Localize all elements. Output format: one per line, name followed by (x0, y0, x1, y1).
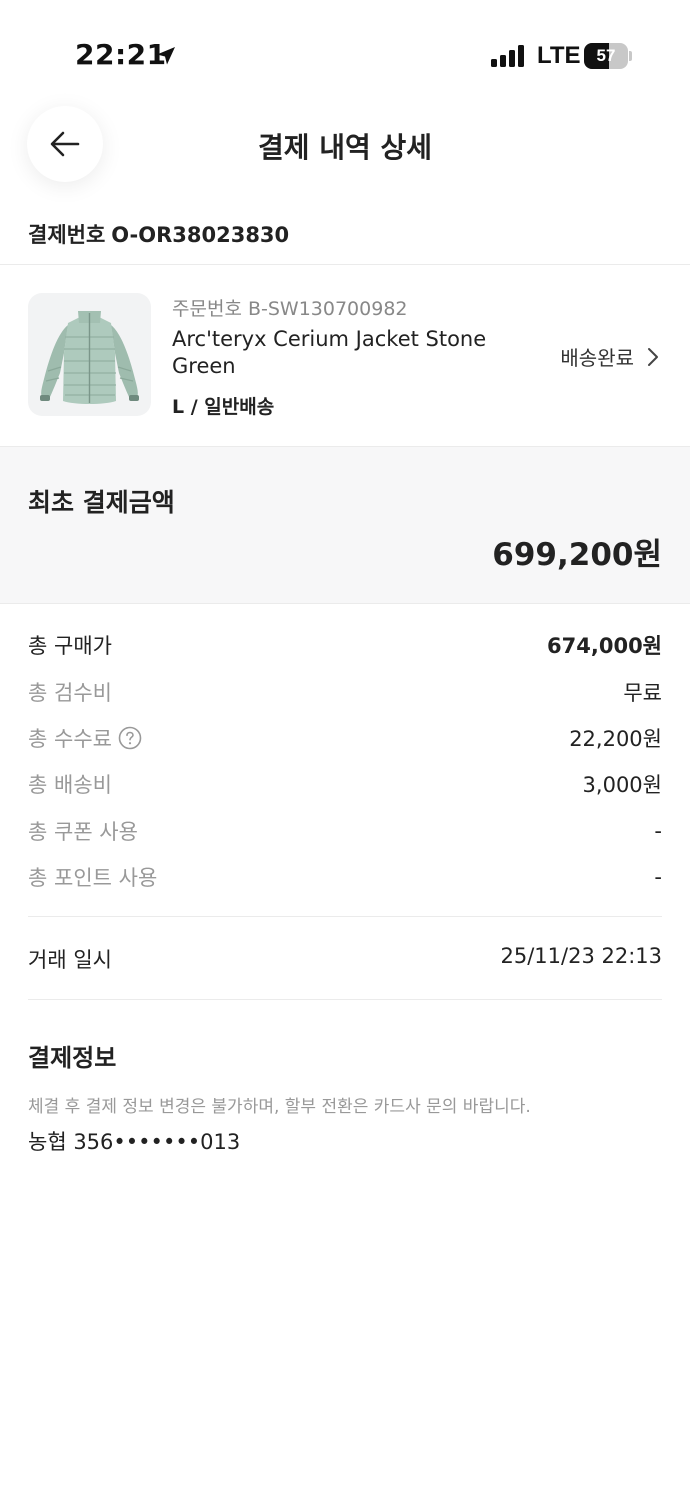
payment-number-value: O-OR38023830 (111, 223, 290, 247)
page-title: 결제 내역 상세 (257, 131, 433, 164)
breakdown-row: 총 배송비 3,000원 (28, 761, 662, 807)
divider (0, 264, 690, 265)
breakdown-value: 674,000원 (547, 634, 662, 659)
breakdown-label-wrap: 총 수수료 (28, 723, 142, 753)
transaction-label: 거래 일시 (28, 948, 112, 972)
initial-payment-amount: 699,200원 (492, 537, 662, 573)
breakdown-row: 총 구매가 674,000원 (28, 622, 662, 668)
breakdown-row: 총 검수비 무료 (28, 668, 662, 714)
product-option: L / 일반배송 (172, 396, 275, 418)
payment-number-label: 결제번호 (28, 223, 106, 247)
breakdown-value: - (654, 865, 662, 890)
breakdown-label: 총 검수비 (28, 680, 112, 705)
chevron-right-icon (648, 347, 658, 366)
payment-info-title: 결제정보 (28, 1044, 117, 1072)
divider (28, 916, 662, 917)
breakdown-value: 22,200원 (569, 726, 662, 751)
breakdown-row: 총 수수료 22,200원 (28, 715, 662, 761)
breakdown-label: 총 수수료 (28, 726, 112, 751)
payment-number: 결제번호 O-OR38023830 (28, 219, 289, 249)
delivery-status-label: 배송완료 (560, 346, 634, 370)
status-bar: 22:21 LTE 57 (0, 0, 690, 110)
breakdown-value: 3,000원 (582, 773, 662, 798)
cellular-signal-icon (491, 45, 524, 67)
question-circle-icon[interactable] (118, 726, 142, 750)
delivery-status-link[interactable]: 배송완료 (560, 342, 662, 371)
breakdown-label: 총 구매가 (28, 634, 112, 659)
product-image[interactable] (28, 293, 151, 416)
divider (28, 999, 662, 1000)
initial-payment-panel: 최초 결제금액 699,200원 (0, 446, 690, 604)
status-time: 22:21 (75, 38, 167, 71)
payment-info-notice: 체결 후 결제 정보 변경은 불가하며, 할부 전환은 카드사 문의 바랍니다. (28, 1097, 531, 1117)
price-breakdown: 총 구매가 674,000원 총 검수비 무료 총 수수료 22,200원 총 … (28, 622, 662, 900)
breakdown-row: 총 쿠폰 사용 - (28, 808, 662, 854)
initial-payment-label: 최초 결제금액 (28, 488, 175, 517)
breakdown-label: 총 쿠폰 사용 (28, 819, 138, 844)
product-name[interactable]: Arc'teryx Cerium Jacket Stone Green (172, 326, 512, 380)
breakdown-value: 무료 (623, 680, 662, 705)
breakdown-label: 총 포인트 사용 (28, 866, 158, 891)
location-arrow-icon (157, 47, 175, 65)
payment-card: 농협 356•••••••013 (28, 1130, 241, 1154)
battery-percent: 57 (596, 46, 616, 65)
battery-icon: 57 (584, 43, 632, 69)
breakdown-row: 총 포인트 사용 - (28, 854, 662, 900)
transaction-row: 거래 일시 25/11/23 22:13 (28, 944, 662, 974)
transaction-value: 25/11/23 22:13 (500, 944, 662, 968)
order-number: 주문번호 B-SW130700982 (172, 298, 408, 320)
network-type: LTE (537, 42, 581, 69)
breakdown-value: - (654, 818, 662, 843)
breakdown-label: 총 배송비 (28, 773, 112, 798)
